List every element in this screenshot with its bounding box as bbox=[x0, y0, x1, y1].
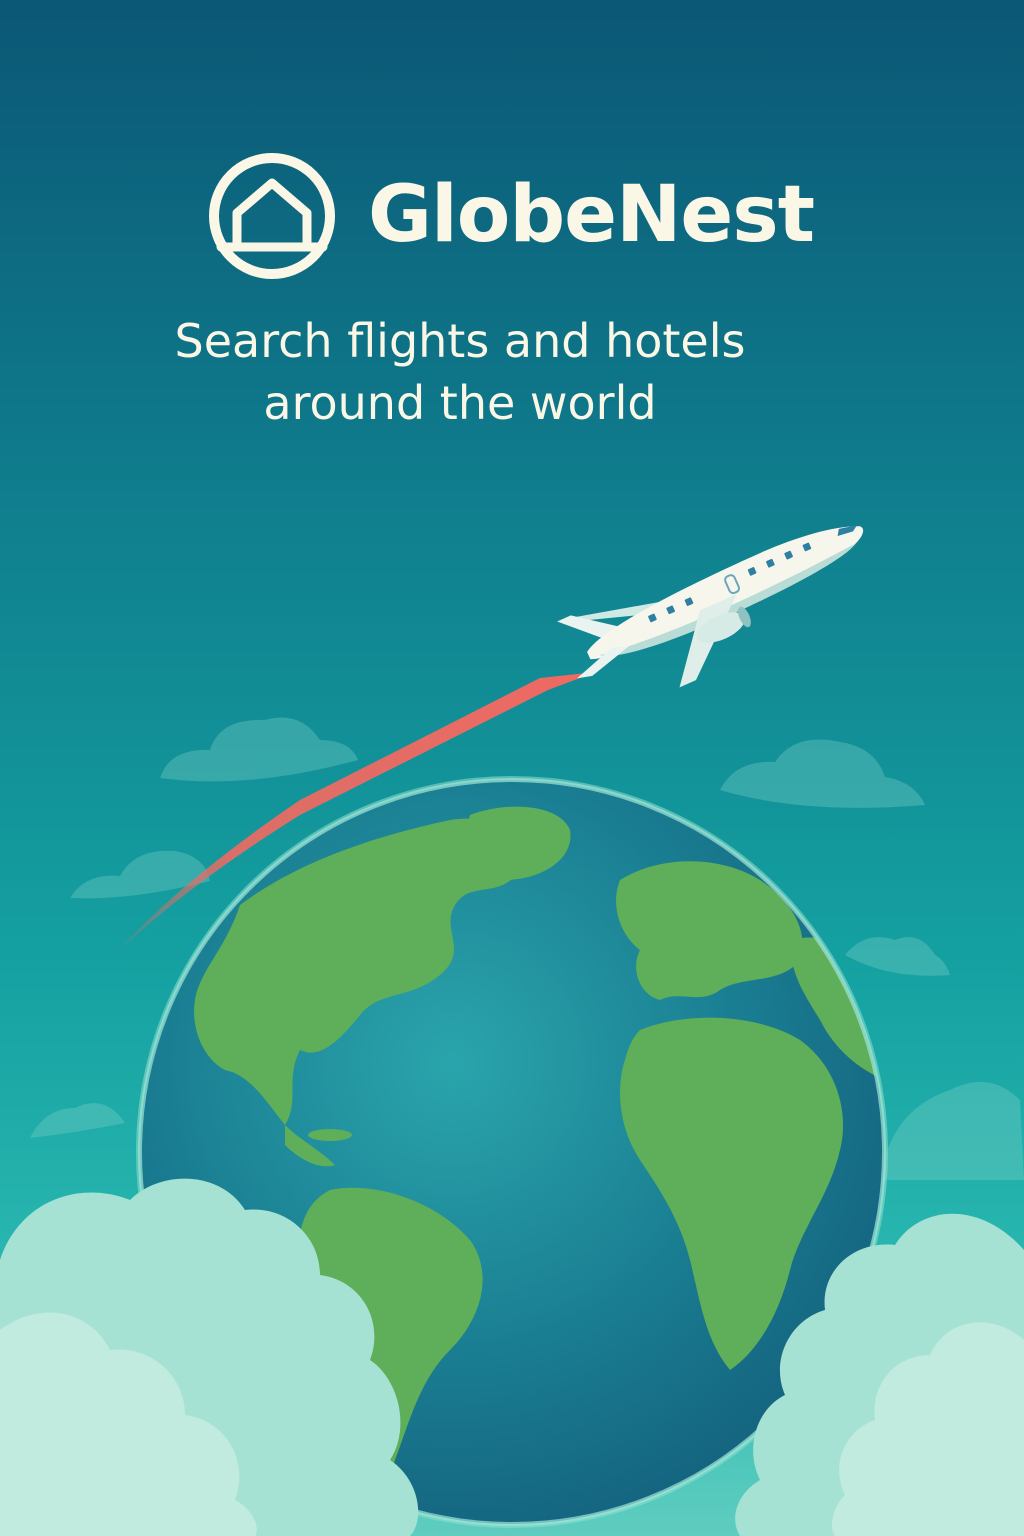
tagline-line-1: Search flights and hotels bbox=[174, 314, 746, 368]
house-in-circle-icon bbox=[209, 153, 335, 279]
airplane-icon bbox=[557, 525, 864, 688]
tagline: Search flights and hotels around the wor… bbox=[140, 310, 780, 434]
tagline-line-2: around the world bbox=[263, 376, 657, 430]
splash-screen: GlobeNest Search flights and hotels arou… bbox=[0, 0, 1024, 1536]
brand-name: GlobeNest bbox=[368, 170, 815, 260]
